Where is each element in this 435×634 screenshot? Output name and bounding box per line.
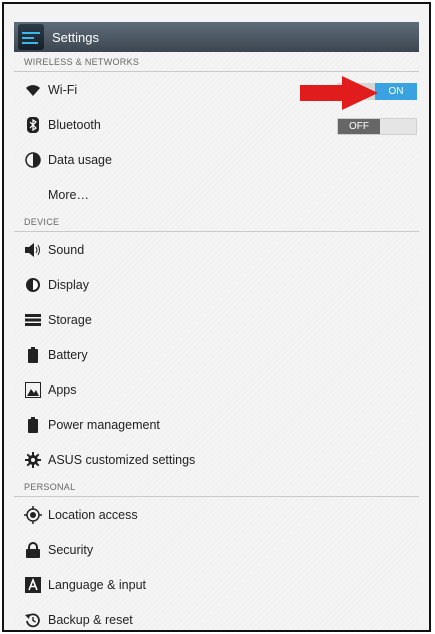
- settings-item-more[interactable]: More…: [14, 177, 419, 212]
- brightness-icon: [24, 276, 42, 294]
- settings-item-battery[interactable]: Battery: [14, 337, 419, 372]
- settings-item-sound[interactable]: Sound: [14, 232, 419, 267]
- page-title: Settings: [52, 29, 99, 45]
- wifi-icon: [24, 81, 42, 99]
- settings-app-icon: [18, 24, 44, 50]
- red-arrow-annotation: [300, 76, 378, 110]
- keyboard-letter-icon: [24, 576, 42, 594]
- settings-item-label: Language & input: [48, 577, 147, 592]
- screen-frame: Settings WIRELESS & NETWORKS Wi-Fi ON Bl…: [2, 2, 431, 632]
- location-icon: [24, 505, 42, 524]
- settings-item-asus-customized[interactable]: ASUS customized settings: [14, 442, 419, 477]
- storage-icon: [24, 311, 42, 329]
- data-usage-icon: [24, 151, 42, 169]
- wifi-toggle-state: ON: [375, 83, 417, 100]
- bluetooth-icon: [24, 116, 42, 134]
- settings-item-label: Location access: [48, 507, 138, 522]
- title-bar: Settings: [14, 22, 419, 52]
- settings-item-label: Security: [48, 542, 94, 557]
- settings-item-power-management[interactable]: Power management: [14, 407, 419, 442]
- section-header-device: DEVICE: [14, 212, 419, 232]
- power-battery-icon: [24, 416, 42, 434]
- bluetooth-toggle[interactable]: OFF: [337, 118, 417, 135]
- lock-icon: [24, 541, 42, 559]
- settings-item-label: Data usage: [48, 152, 112, 167]
- settings-item-label: Power management: [48, 417, 160, 432]
- settings-item-label: ASUS customized settings: [48, 452, 196, 467]
- apps-icon: [24, 381, 42, 399]
- settings-item-location-access[interactable]: Location access: [14, 497, 419, 532]
- settings-item-language-input[interactable]: Language & input: [14, 567, 419, 602]
- settings-item-label: Battery: [48, 347, 88, 362]
- settings-item-label: Apps: [48, 382, 77, 397]
- battery-icon: [24, 346, 42, 364]
- settings-item-label: Display: [48, 277, 89, 292]
- settings-item-label: Wi-Fi: [48, 82, 78, 97]
- settings-item-data-usage[interactable]: Data usage: [14, 142, 419, 177]
- section-header-wireless: WIRELESS & NETWORKS: [14, 52, 419, 72]
- speaker-icon: [24, 241, 42, 259]
- settings-item-label: Backup & reset: [48, 612, 133, 627]
- settings-item-label: More…: [48, 187, 89, 202]
- settings-list: WIRELESS & NETWORKS Wi-Fi ON Bluetooth O…: [14, 52, 419, 630]
- settings-item-backup-reset[interactable]: Backup & reset: [14, 602, 419, 630]
- settings-item-apps[interactable]: Apps: [14, 372, 419, 407]
- settings-item-security[interactable]: Security: [14, 532, 419, 567]
- settings-item-label: Bluetooth: [48, 117, 101, 132]
- settings-item-display[interactable]: Display: [14, 267, 419, 302]
- backup-restore-icon: [24, 611, 42, 629]
- section-header-personal: PERSONAL: [14, 477, 419, 497]
- settings-item-bluetooth[interactable]: Bluetooth OFF: [14, 107, 419, 142]
- settings-item-label: Storage: [48, 312, 92, 327]
- settings-item-storage[interactable]: Storage: [14, 302, 419, 337]
- gear-icon: [24, 451, 42, 469]
- settings-item-label: Sound: [48, 242, 85, 257]
- bluetooth-toggle-state: OFF: [338, 119, 380, 134]
